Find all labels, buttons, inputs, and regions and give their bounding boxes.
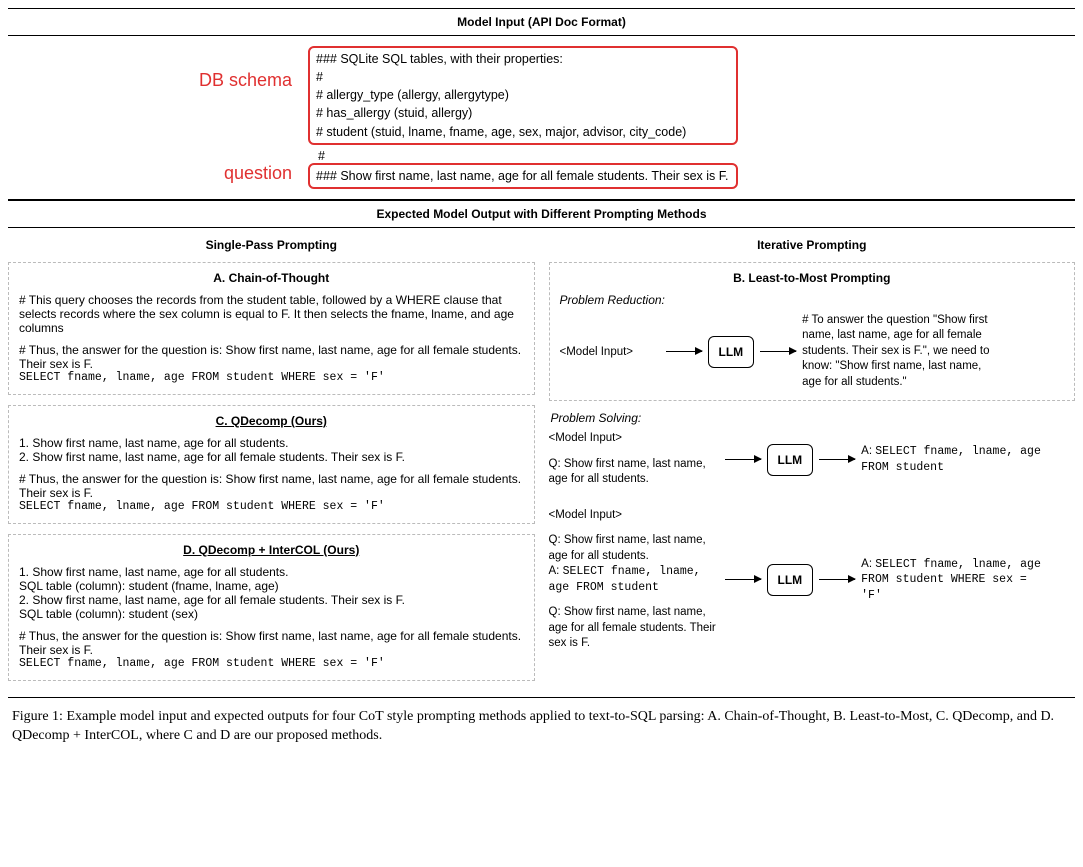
box-c-title: C. QDecomp (Ours) [19,414,524,428]
solving2-a-prefix: A: [861,558,875,570]
problem-reduction-label: Problem Reduction: [560,293,1065,307]
columns-wrap: Single-Pass Prompting A. Chain-of-Though… [8,230,1075,698]
box-a-title: A. Chain-of-Thought [19,271,524,285]
box-d-sql: SELECT fname, lname, age FROM student WH… [19,657,524,670]
box-d-step1-col: SQL table (column): student (fname, lnam… [19,579,524,593]
db-schema-label: DB schema [8,46,308,91]
box-a-para1: # This query chooses the records from th… [19,293,524,335]
arrow-icon [760,351,796,352]
schema-line: # [316,68,730,86]
solving1-input: <Model Input> Q: Show first name, last n… [549,431,719,488]
problem-solving-label: Problem Solving: [551,411,1076,425]
solving2-a1-sql: SELECT fname, lname, age FROM student [549,565,701,594]
box-b-least-to-most: B. Least-to-Most Prompting Problem Reduc… [549,262,1076,402]
iterative-title: Iterative Prompting [549,230,1076,262]
arrow-icon [819,459,855,460]
model-input-header: Model Input (API Doc Format) [8,8,1075,36]
box-b-title: B. Least-to-Most Prompting [560,271,1065,285]
single-pass-title: Single-Pass Prompting [8,230,535,262]
box-d-title: D. QDecomp + InterCOL (Ours) [19,543,524,557]
reduction-flow: <Model Input> LLM # To answer the questi… [560,313,1065,391]
question-box: ### Show first name, last name, age for … [308,163,738,189]
box-c-qdecomp: C. QDecomp (Ours) 1. Show first name, la… [8,405,535,524]
reduction-output: # To answer the question "Show first nam… [802,313,992,391]
left-column: Single-Pass Prompting A. Chain-of-Though… [8,230,535,691]
right-column: Iterative Prompting B. Least-to-Most Pro… [549,230,1076,691]
schema-line: # allergy_type (allergy, allergytype) [316,86,730,104]
solving2-input: <Model Input> Q: Show first name, last n… [549,508,719,652]
solving2-output: A: SELECT fname, lname, age FROM student… [861,557,1051,604]
reduction-input: <Model Input> [560,346,660,358]
llm-box: LLM [767,444,814,476]
schema-line: # student (stuid, lname, fname, age, sex… [316,123,730,141]
figure-caption: Figure 1: Example model input and expect… [8,698,1075,746]
model-input-area: DB schema ### SQLite SQL tables, with th… [8,36,1075,200]
box-c-sql: SELECT fname, lname, age FROM student WH… [19,500,524,513]
solving2-a1-prefix: A: [549,565,563,577]
box-d-step2: 2. Show first name, last name, age for a… [19,593,524,607]
solving1-output: A: SELECT fname, lname, age FROM student [861,444,1051,475]
schema-line: ### SQLite SQL tables, with their proper… [316,50,730,68]
llm-box: LLM [708,336,755,368]
arrow-icon [666,351,702,352]
solving2-q2: Q: Show first name, last name, age for a… [549,605,719,652]
expected-output-header: Expected Model Output with Different Pro… [8,200,1075,228]
schema-hash: # [310,149,1075,163]
box-d-para: # Thus, the answer for the question is: … [19,629,524,657]
arrow-icon [725,459,761,460]
solving-flow-2: <Model Input> Q: Show first name, last n… [549,508,1076,652]
solving1-q: Q: Show first name, last name, age for a… [549,457,719,488]
solving2-a-sql: SELECT fname, lname, age FROM student WH… [861,558,1041,602]
solving1-a-prefix: A: [861,445,875,457]
box-c-para: # Thus, the answer for the question is: … [19,472,524,500]
solving1-model-input: <Model Input> [549,431,719,447]
question-label: question [8,163,308,184]
solving2-model-input: <Model Input> [549,508,719,524]
solving1-a-sql: SELECT fname, lname, age FROM student [861,445,1041,474]
box-d-qdecomp-intercol: D. QDecomp + InterCOL (Ours) 1. Show fir… [8,534,535,681]
solving2-a1: A: SELECT fname, lname, age FROM student [549,564,719,595]
arrow-icon [819,579,855,580]
box-d-step1: 1. Show first name, last name, age for a… [19,565,524,579]
box-c-step1: 1. Show first name, last name, age for a… [19,436,524,450]
box-a-sql: SELECT fname, lname, age FROM student WH… [19,371,524,384]
box-d-step2-col: SQL table (column): student (sex) [19,607,524,621]
box-a-para2: # Thus, the answer for the question is: … [19,343,524,371]
solving-flow-1: <Model Input> Q: Show first name, last n… [549,431,1076,488]
schema-line: # has_allergy (stuid, allergy) [316,104,730,122]
box-a-chain-of-thought: A. Chain-of-Thought # This query chooses… [8,262,535,395]
box-c-step2: 2. Show first name, last name, age for a… [19,450,524,464]
arrow-icon [725,579,761,580]
llm-box: LLM [767,564,814,596]
db-schema-box: ### SQLite SQL tables, with their proper… [308,46,738,145]
solving2-q1: Q: Show first name, last name, age for a… [549,533,719,564]
